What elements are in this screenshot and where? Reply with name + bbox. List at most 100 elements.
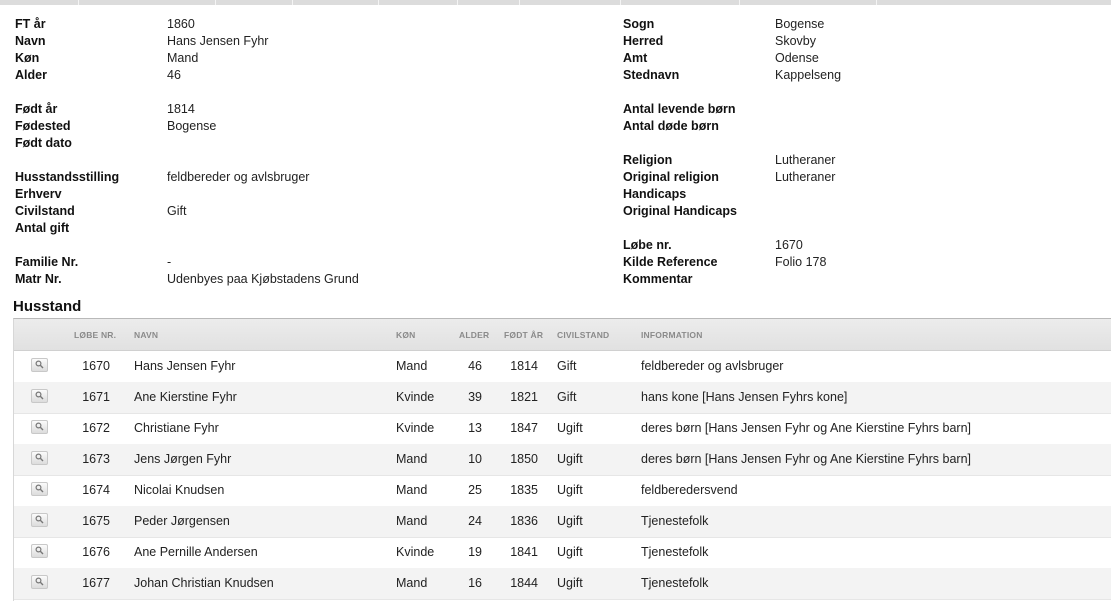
cell-koen: Mand xyxy=(396,483,428,497)
cell-loebe-nr: 1671 xyxy=(82,390,110,404)
cell-alder: 16 xyxy=(468,576,482,590)
cell-information: Tjenestefolk xyxy=(641,514,709,528)
original-religion-value: Lutheraner xyxy=(775,170,836,184)
cell-civilstand: Ugift xyxy=(557,421,583,435)
magnifier-icon xyxy=(35,391,44,400)
cell-information: Tjenestefolk xyxy=(641,545,709,559)
table-row[interactable]: 1671 Ane Kierstine Fyhr Kvinde 39 1821 Gift ha… xyxy=(14,382,1111,414)
civilstand-value: Gift xyxy=(167,204,187,218)
table-row[interactable]: 1677 Johan Christian Knudsen Mand 16 1844 Ugi… xyxy=(14,568,1111,600)
view-person-button[interactable] xyxy=(31,420,48,434)
alder-label: Alder xyxy=(15,68,47,82)
column-header-alder[interactable]: ALDER xyxy=(459,330,489,340)
table-row[interactable]: 1675 Peder Jørgensen Mand 24 1836 Ugift Tjenes… xyxy=(14,506,1111,538)
cell-navn: Jens Jørgen Fyhr xyxy=(134,452,232,466)
antal-doede-boern-label: Antal døde børn xyxy=(623,119,719,133)
religion-label: Religion xyxy=(623,153,673,167)
cell-civilstand: Gift xyxy=(557,390,577,404)
table-row[interactable]: 1673 Jens Jørgen Fyhr Mand 10 1850 Ugift deres… xyxy=(14,444,1111,476)
koen-value: Mand xyxy=(167,51,199,65)
magnifier-icon xyxy=(35,577,44,586)
civilstand-label: Civilstand xyxy=(15,204,75,218)
cell-information: deres børn [Hans Jensen Fyhr og Ane Kier… xyxy=(641,421,972,435)
cell-loebe-nr: 1673 xyxy=(82,452,110,466)
view-person-button[interactable] xyxy=(31,389,48,403)
cell-koen: Kvinde xyxy=(396,390,435,404)
cell-koen: Kvinde xyxy=(396,421,435,435)
cell-foedt-aar: 1844 xyxy=(510,576,538,590)
religion-value: Lutheraner xyxy=(775,153,836,167)
matr-nr-label: Matr Nr. xyxy=(15,272,62,286)
cell-loebe-nr: 1672 xyxy=(82,421,110,435)
magnifier-icon xyxy=(35,484,44,493)
cell-loebe-nr: 1675 xyxy=(82,514,110,528)
stednavn-value: Kappelseng xyxy=(775,68,842,82)
ft-aar-value: 1860 xyxy=(167,17,195,31)
view-person-button[interactable] xyxy=(31,358,48,372)
cell-foedt-aar: 1850 xyxy=(510,452,538,466)
cell-alder: 13 xyxy=(468,421,482,435)
cell-navn: Ane Kierstine Fyhr xyxy=(134,390,237,404)
cell-civilstand: Ugift xyxy=(557,483,583,497)
cell-koen: Mand xyxy=(396,359,428,373)
cell-civilstand: Ugift xyxy=(557,576,583,590)
column-header-navn[interactable]: NAVN xyxy=(134,330,158,340)
cell-foedt-aar: 1836 xyxy=(510,514,538,528)
husstandsstilling-label: Husstandsstilling xyxy=(15,170,120,184)
cell-loebe-nr: 1676 xyxy=(82,545,110,559)
cell-foedt-aar: 1814 xyxy=(510,359,538,373)
cell-foedt-aar: 1821 xyxy=(510,390,538,404)
view-person-button[interactable] xyxy=(31,575,48,589)
cell-loebe-nr: 1670 xyxy=(82,359,110,373)
view-person-button[interactable] xyxy=(31,544,48,558)
cell-navn: Johan Christian Knudsen xyxy=(134,576,274,590)
table-row[interactable]: 1670 Hans Jensen Fyhr Mand 46 1814 Gift feldbe… xyxy=(14,351,1111,383)
cell-koen: Kvinde xyxy=(396,545,435,559)
cell-loebe-nr: 1677 xyxy=(82,576,110,590)
cell-koen: Mand xyxy=(396,514,428,528)
foedested-value: Bogense xyxy=(167,119,217,133)
antal-levende-boern-label: Antal levende børn xyxy=(623,102,736,116)
view-person-button[interactable] xyxy=(31,482,48,496)
view-person-button[interactable] xyxy=(31,451,48,465)
magnifier-icon xyxy=(35,453,44,462)
table-row[interactable]: 1674 Nicolai Knudsen Mand 25 1835 Ugift feldbe… xyxy=(14,475,1111,507)
ft-aar-label: FT år xyxy=(15,17,46,31)
column-header-foedt-aar[interactable]: FØDT ÅR xyxy=(504,330,543,340)
kommentar-label: Kommentar xyxy=(623,272,693,286)
column-header-koen[interactable]: KØN xyxy=(396,330,416,340)
navn-value: Hans Jensen Fyhr xyxy=(167,34,269,48)
cell-information: feldberedersvend xyxy=(641,483,738,497)
cell-navn: Hans Jensen Fyhr xyxy=(134,359,236,373)
cell-information: feldbereder og avlsbruger xyxy=(641,359,784,373)
cell-foedt-aar: 1835 xyxy=(510,483,538,497)
cell-information: deres børn [Hans Jensen Fyhr og Ane Kier… xyxy=(641,452,972,466)
table-row[interactable]: 1676 Ane Pernille Andersen Kvinde 19 1841 Ugi… xyxy=(14,537,1111,569)
herred-value: Skovby xyxy=(775,34,816,48)
familie-nr-value: - xyxy=(167,255,172,269)
magnifier-icon xyxy=(35,360,44,369)
cell-civilstand: Ugift xyxy=(557,514,583,528)
cell-koen: Mand xyxy=(396,452,428,466)
cell-alder: 10 xyxy=(468,452,482,466)
table-row[interactable]: 1672 Christiane Fyhr Kvinde 13 1847 Ugift dere… xyxy=(14,413,1111,445)
cell-loebe-nr: 1674 xyxy=(82,483,110,497)
column-header-civilstand[interactable]: CIVILSTAND xyxy=(557,330,609,340)
column-header-loebe-nr[interactable]: LØBE NR. xyxy=(74,330,116,340)
magnifier-icon xyxy=(35,515,44,524)
husstandsstilling-value: feldbereder og avlsbruger xyxy=(167,170,310,184)
kilde-reference-label: Kilde Reference xyxy=(623,255,718,269)
foedt-aar-label: Født år xyxy=(15,102,58,116)
household-table-header: LØBE NR. NAVN KØN ALDER FØDT ÅR CIVILSTA… xyxy=(14,319,1111,351)
sogn-value: Bogense xyxy=(775,17,825,31)
cell-navn: Nicolai Knudsen xyxy=(134,483,225,497)
foedt-dato-label: Født dato xyxy=(15,136,72,150)
view-person-button[interactable] xyxy=(31,513,48,527)
kilde-reference-value: Folio 178 xyxy=(775,255,827,269)
column-header-information[interactable]: INFORMATION xyxy=(641,330,703,340)
sogn-label: Sogn xyxy=(623,17,655,31)
navn-label: Navn xyxy=(15,34,46,48)
cell-civilstand: Ugift xyxy=(557,545,583,559)
cell-civilstand: Ugift xyxy=(557,452,583,466)
herred-label: Herred xyxy=(623,34,664,48)
